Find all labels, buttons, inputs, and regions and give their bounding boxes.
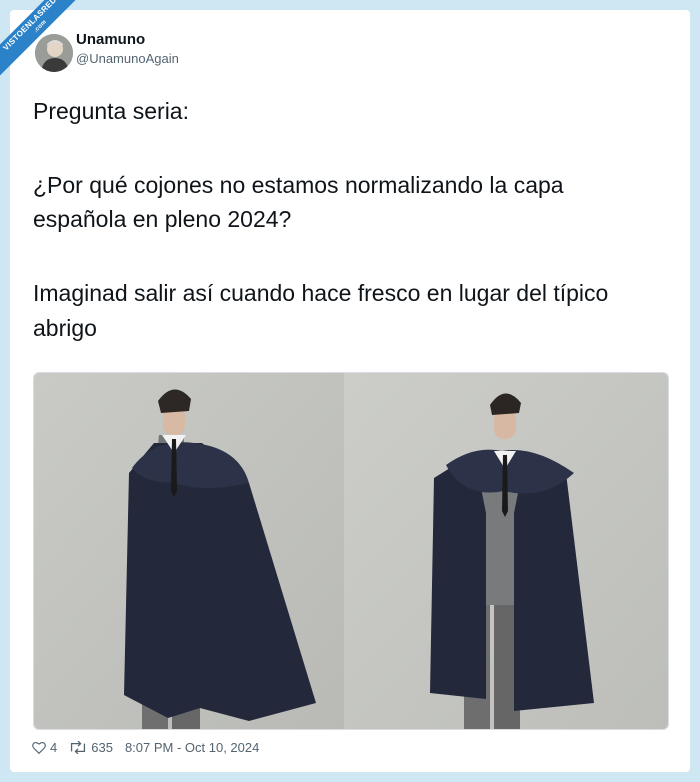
author-name[interactable]: Unamuno <box>76 31 145 48</box>
retweet-icon[interactable] <box>69 741 87 754</box>
heart-icon[interactable] <box>32 741 46 754</box>
tweet-media[interactable] <box>33 372 669 730</box>
retweet-count: 635 <box>91 740 113 755</box>
tweet-text-line: Imaginad salir así cuando hace fresco en… <box>33 280 609 306</box>
timestamp[interactable]: 8:07 PM - Oct 10, 2024 <box>125 740 259 755</box>
tweet-footer: 4 635 8:07 PM - Oct 10, 2024 <box>32 740 259 755</box>
avatar[interactable] <box>35 34 73 72</box>
tweet-card: Unamuno @UnamunoAgain Pregunta seria: ¿P… <box>10 10 690 772</box>
tweet-text-line: ¿Por qué cojones no estamos normalizando… <box>33 172 564 198</box>
tweet-text-line: Pregunta seria: <box>33 98 189 124</box>
cape-photos <box>34 373 668 729</box>
tweet-text-line: española en pleno 2024? <box>33 206 292 232</box>
like-count: 4 <box>50 740 58 755</box>
author-handle[interactable]: @UnamunoAgain <box>76 51 179 66</box>
tweet-text-line: abrigo <box>33 315 97 341</box>
